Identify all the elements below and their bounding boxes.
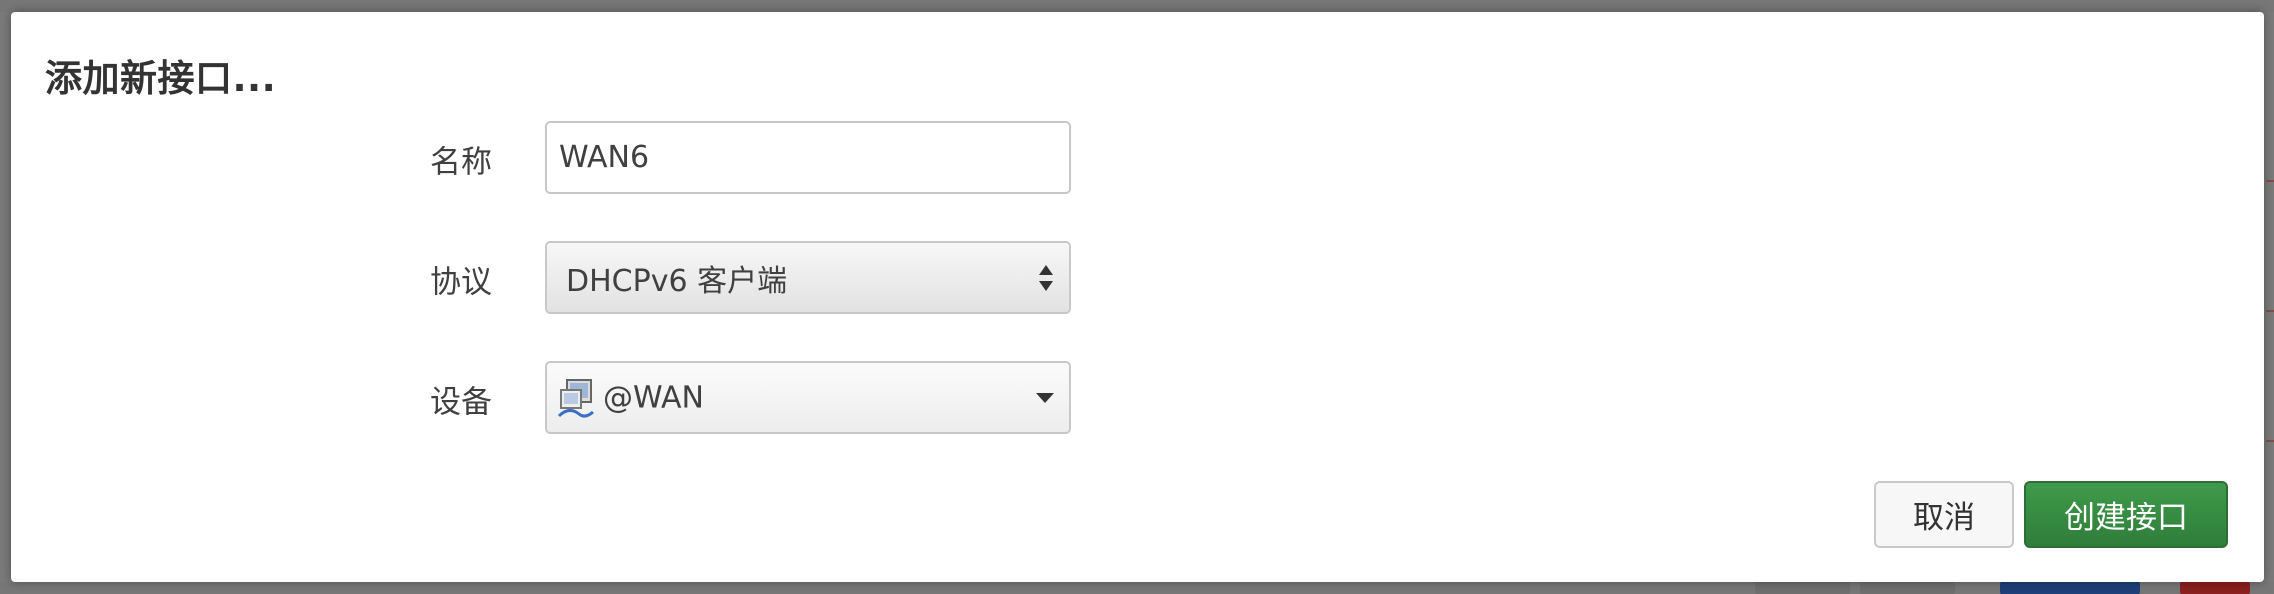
background-button	[1755, 582, 1850, 594]
background-button	[2000, 582, 2140, 594]
background-mark	[2266, 180, 2274, 182]
background-button	[1860, 582, 1955, 594]
device-dropdown[interactable]: @WAN	[545, 361, 1071, 434]
name-label: 名称	[430, 144, 492, 180]
background-button	[2180, 582, 2250, 594]
device-selected-value: @WAN	[603, 380, 704, 415]
background-mark	[2266, 310, 2274, 312]
name-input[interactable]	[545, 121, 1071, 194]
device-label: 设备	[430, 384, 492, 420]
protocol-label: 协议	[430, 264, 492, 300]
background-top-strip	[0, 0, 2274, 12]
add-interface-dialog: 添加新接口... 名称 协议 DHCPv6 客户端 设备 @WAN	[11, 12, 2264, 582]
background-mark	[2266, 440, 2274, 442]
network-interface-icon	[557, 378, 594, 418]
chevron-down-icon	[1036, 392, 1054, 403]
cancel-button[interactable]: 取消	[1874, 481, 2014, 548]
protocol-selected-value: DHCPv6 客户端	[566, 263, 788, 299]
device-row: 设备 @WAN	[11, 361, 2264, 436]
protocol-row: 协议 DHCPv6 客户端	[11, 241, 2264, 316]
up-down-arrows-icon	[1039, 264, 1053, 291]
name-row: 名称	[11, 121, 2264, 196]
create-interface-button[interactable]: 创建接口	[2024, 481, 2228, 548]
protocol-select[interactable]: DHCPv6 客户端	[545, 241, 1071, 314]
dialog-title: 添加新接口...	[45, 57, 277, 100]
